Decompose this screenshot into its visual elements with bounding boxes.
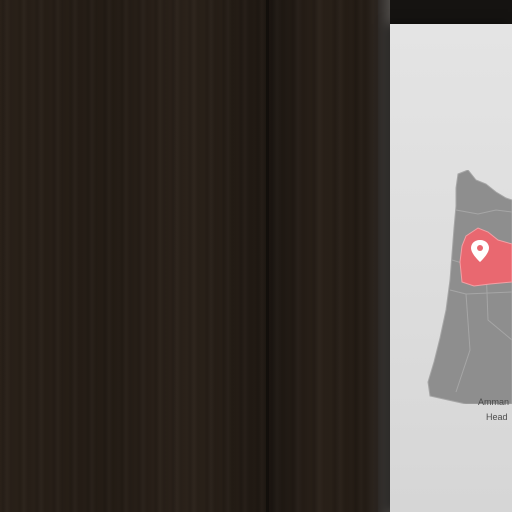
frame-left-edge <box>378 0 390 512</box>
caption-line-1: Amman <box>478 397 510 407</box>
frame-top-edge <box>378 0 512 24</box>
photo-scene: Amman Head <box>0 0 512 512</box>
jordan-map <box>427 170 512 404</box>
country-shape <box>427 170 512 404</box>
wood-wall-right <box>268 0 388 512</box>
wood-seam <box>266 0 269 512</box>
wood-wall-left <box>0 0 268 512</box>
map-poster: Amman Head <box>390 24 512 512</box>
map-caption: Amman Head <box>478 395 512 425</box>
caption-line-2: Head <box>486 412 508 422</box>
